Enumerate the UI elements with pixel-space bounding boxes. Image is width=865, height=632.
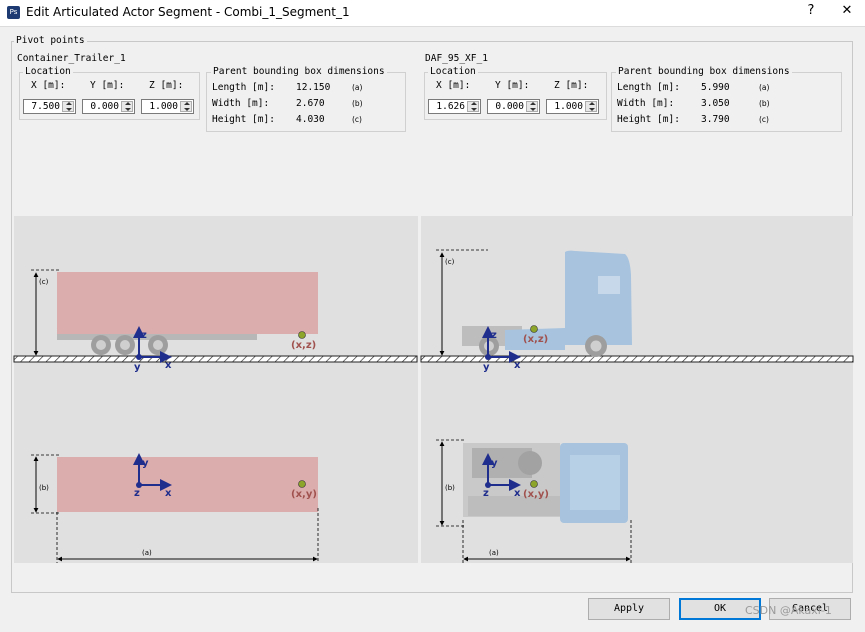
trailer-side-axis-y: y (134, 362, 141, 373)
trailer-top-axis-z: z (134, 488, 140, 499)
truck-pivot-xz: (x,z) (523, 334, 548, 345)
vehicle-diagrams: (c) z x y (x,z) (b) (a) y x z (x,y) (c) … (13, 249, 854, 563)
apply-button[interactable]: Apply (588, 598, 670, 620)
trailer-pivot-xz: (x,z) (291, 340, 316, 351)
truck-tag-c: (c) (445, 258, 455, 266)
truck-top-axis-x: x (514, 488, 521, 499)
truck-pivot-xy-marker (530, 480, 538, 488)
trailer-pivot-xz-marker (298, 331, 306, 339)
truck-side-axis-z: z (491, 330, 497, 341)
truck-tag-b: (b) (445, 484, 455, 492)
truck-pivot-xy: (x,y) (523, 489, 549, 500)
truck-top-axis-z: z (483, 488, 489, 499)
trailer-top-axis-x: x (165, 488, 172, 499)
trailer-side-axis-z: z (141, 330, 147, 341)
truck-side-axis-y: y (483, 362, 490, 373)
truck-top-view: (b) (a) y x z (x,y) (436, 439, 632, 563)
trailer-pivot-xy: (x,y) (291, 489, 317, 500)
trailer-top-axis-y: y (142, 458, 149, 469)
trailer-tag-c: (c) (39, 278, 49, 286)
trailer-tag-b: (b) (39, 484, 49, 492)
truck-side-view: (c) z x y (x,z) (420, 249, 854, 373)
trailer-tag-a: (a) (142, 549, 152, 557)
trailer-side-axis-x: x (165, 360, 172, 371)
truck-pivot-xz-marker (530, 325, 538, 333)
truck-tag-a: (a) (489, 549, 499, 557)
trailer-side-view: (c) z x y (x,z) (13, 269, 418, 373)
truck-top-axis-y: y (491, 458, 498, 469)
watermark-text: CSDN @Akaxi-1 (745, 604, 832, 617)
truck-side-axis-x: x (514, 360, 521, 371)
trailer-pivot-xy-marker (298, 480, 306, 488)
trailer-top-view: (b) (a) y x z (x,y) (31, 453, 319, 563)
